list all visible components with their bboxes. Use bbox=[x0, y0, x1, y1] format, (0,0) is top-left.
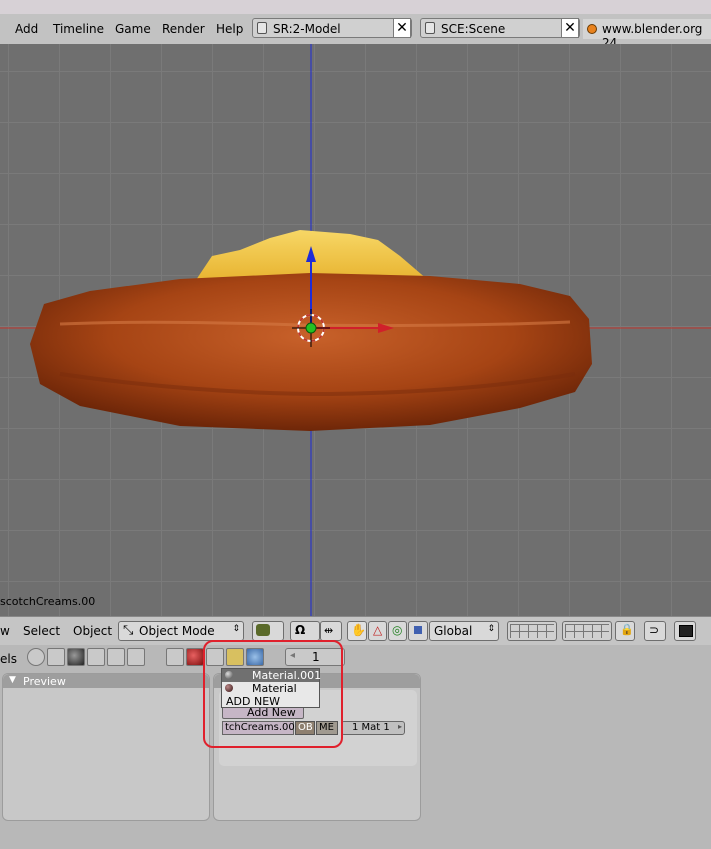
menu-render[interactable]: Render bbox=[162, 22, 205, 36]
scene-selector[interactable]: SCE:Scene ✕ bbox=[420, 18, 580, 38]
preview-panel-title: Preview bbox=[23, 675, 66, 688]
layer-button[interactable] bbox=[408, 621, 428, 641]
scene-render-icon[interactable] bbox=[127, 648, 145, 666]
layer-cells[interactable] bbox=[565, 624, 609, 638]
draw-type-select[interactable] bbox=[252, 621, 284, 641]
mode-select[interactable]: ⤡ Object Mode ⇕ bbox=[118, 621, 244, 641]
layer-cells[interactable] bbox=[510, 624, 554, 638]
manipulator-select[interactable]: ⇹ bbox=[320, 621, 342, 641]
menu-help[interactable]: Help bbox=[216, 22, 243, 36]
logic-icon[interactable] bbox=[27, 648, 45, 666]
top-menu-bar: Add Timeline Game Render Help SR:2-Model… bbox=[0, 0, 711, 50]
material-index-field[interactable]: 1 Mat 1 ▸ bbox=[341, 721, 405, 735]
manipulator-icon: ⇹ bbox=[324, 624, 334, 637]
render-icon bbox=[679, 625, 693, 637]
pivot-icon: Ω bbox=[295, 623, 306, 637]
blender-org-banner[interactable]: www.blender.org 24 bbox=[583, 19, 711, 50]
pivot-select[interactable]: Ω bbox=[290, 621, 320, 641]
translate-button[interactable]: ✋ bbox=[347, 621, 367, 641]
magnet-icon: ⊃ bbox=[649, 623, 660, 637]
select-menu[interactable]: Select bbox=[23, 624, 60, 638]
lamp-icon[interactable] bbox=[166, 648, 184, 666]
menu-timeline[interactable]: Timeline bbox=[53, 22, 104, 36]
object-icon[interactable] bbox=[87, 648, 105, 666]
3d-viewport[interactable]: scotchCreams.00 bbox=[0, 44, 711, 616]
3d-view-header: w Select Object ⤡ Object Mode ⇕ Ω ⇹ ✋ △ … bbox=[0, 616, 711, 646]
snap-button[interactable]: ⊃ bbox=[644, 621, 666, 641]
render-preview-button[interactable] bbox=[674, 621, 696, 641]
preview-panel-header[interactable]: ▼ Preview bbox=[3, 674, 209, 688]
layer-grid-1[interactable] bbox=[507, 621, 557, 641]
material-index[interactable]: 1 Mat 1 bbox=[352, 722, 390, 733]
chevron-right-icon[interactable]: ▸ bbox=[398, 722, 402, 731]
object-mode-icon: ⤡ bbox=[123, 623, 134, 638]
highlight-annotation-box bbox=[203, 640, 343, 748]
screen-icon[interactable] bbox=[257, 22, 267, 34]
triangle-down-icon[interactable]: ▼ bbox=[9, 675, 16, 685]
material-icon[interactable] bbox=[186, 648, 204, 666]
lock-layers-button[interactable]: 🔒 bbox=[615, 621, 635, 641]
shading-icon[interactable] bbox=[67, 648, 85, 666]
chevron-updown-icon: ⇕ bbox=[232, 624, 240, 634]
mode-select-label[interactable]: Object Mode bbox=[139, 624, 215, 638]
square-icon bbox=[414, 626, 422, 634]
editing-icon[interactable] bbox=[107, 648, 125, 666]
view-menu[interactable]: w bbox=[0, 624, 10, 638]
shading-solid-icon bbox=[256, 624, 270, 636]
orientation-select[interactable]: Global ⇕ bbox=[429, 621, 499, 641]
rotate-button[interactable]: △ bbox=[368, 621, 387, 641]
menu-add[interactable]: Add bbox=[15, 22, 38, 36]
buttons-header: els ◂ 1 bbox=[0, 645, 711, 672]
object-origin-dot[interactable] bbox=[305, 322, 317, 334]
blender-logo-icon bbox=[587, 24, 597, 34]
screen-name[interactable]: SR:2-Model bbox=[273, 22, 341, 36]
layer-grid-2[interactable] bbox=[562, 621, 612, 641]
screen-selector[interactable]: SR:2-Model ✕ bbox=[252, 18, 412, 38]
orientation-label[interactable]: Global bbox=[434, 624, 472, 638]
object-menu[interactable]: Object bbox=[73, 624, 112, 638]
scene-icon[interactable] bbox=[425, 22, 435, 34]
object-name-label: scotchCreams.00 bbox=[0, 595, 96, 608]
circle-icon: ◎ bbox=[392, 623, 403, 637]
preview-panel: ▼ Preview bbox=[2, 673, 210, 821]
script-icon[interactable] bbox=[47, 648, 65, 666]
scale-button[interactable]: ◎ bbox=[388, 621, 407, 641]
hand-icon: ✋ bbox=[351, 623, 366, 637]
window-title-strip bbox=[0, 0, 711, 14]
menu-game[interactable]: Game bbox=[115, 22, 151, 36]
triangle-icon: △ bbox=[373, 623, 383, 637]
close-icon[interactable]: ✕ bbox=[393, 18, 411, 38]
viewport-scene bbox=[0, 44, 711, 616]
lock-icon: 🔒 bbox=[620, 623, 634, 636]
panels-menu[interactable]: els bbox=[0, 652, 17, 666]
scene-name[interactable]: SCE:Scene bbox=[441, 22, 505, 36]
chevron-updown-icon: ⇕ bbox=[487, 624, 495, 634]
close-icon[interactable]: ✕ bbox=[561, 18, 579, 38]
